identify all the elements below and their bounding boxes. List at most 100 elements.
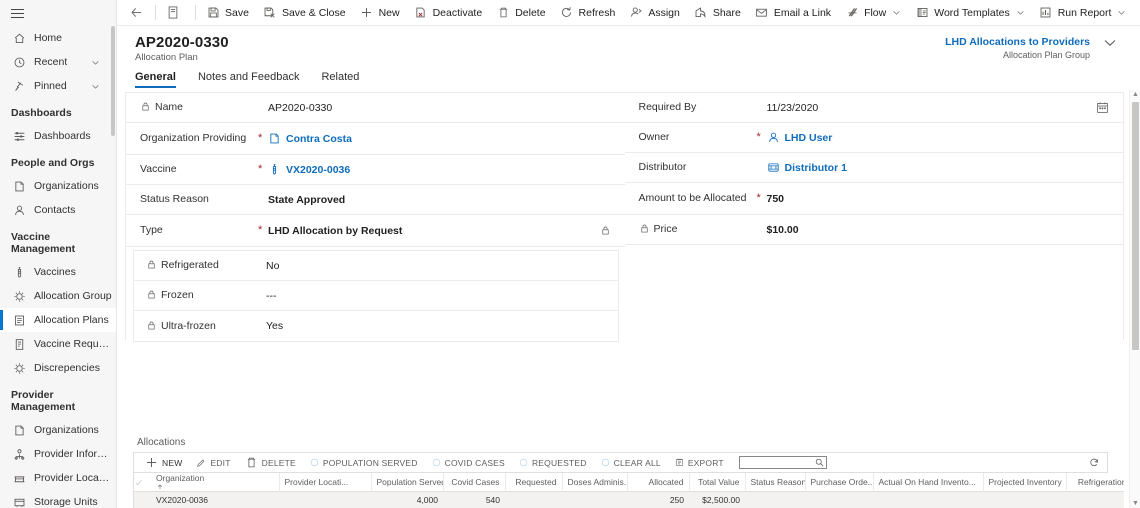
column-header-allocated[interactable]: Allocated: [627, 473, 689, 492]
table-row[interactable]: VX2020-00364,000540250$2,500.00: [134, 492, 1124, 508]
grid-edit-button[interactable]: EDIT: [189, 458, 237, 468]
sidebar-item-pinned[interactable]: Pinned: [0, 74, 116, 98]
page-scrollbar[interactable]: ▲ ▼: [1129, 90, 1140, 508]
assign-button[interactable]: Assign: [622, 0, 687, 26]
chevron-down-icon[interactable]: [892, 8, 901, 17]
field-value-wrap[interactable]: AP2020-0330: [268, 102, 611, 114]
row-checkbox[interactable]: [134, 492, 151, 508]
refresh-button[interactable]: Refresh: [553, 0, 623, 26]
sidebar-item-provider-informati[interactable]: Provider Informati...: [0, 442, 116, 466]
grid-export-button[interactable]: EXPORT: [668, 458, 731, 468]
sidebar: HomeRecentPinned DashboardsDashboardsPeo…: [0, 0, 117, 508]
grid-search-box[interactable]: [739, 456, 827, 469]
grid-clear-all-button[interactable]: CLEAR ALL: [594, 458, 668, 468]
email-a-link-button[interactable]: Email a Link: [748, 0, 838, 26]
column-header-organization[interactable]: Organization: [151, 473, 279, 492]
grid-delete-button[interactable]: DELETE: [238, 456, 303, 469]
sidebar-item-vaccine-requests[interactable]: Vaccine Requests: [0, 332, 116, 356]
sidebar-item-recent[interactable]: Recent: [0, 50, 116, 74]
field-value: Yes: [266, 320, 283, 332]
delete-button[interactable]: Delete: [489, 0, 552, 26]
calendar-icon[interactable]: [1096, 101, 1109, 114]
field-link[interactable]: VX2020-0036: [268, 163, 350, 176]
column-header-refrigeration[interactable]: Refrigeration: [1066, 473, 1124, 492]
chevron-down-icon[interactable]: [1117, 8, 1126, 17]
chevron-down-icon[interactable]: [91, 82, 100, 91]
header-right-primary[interactable]: LHD Allocations to Providers: [945, 36, 1090, 48]
scroll-down-arrow-icon[interactable]: ▼: [1132, 500, 1139, 507]
column-header-label: Purchase Orde...: [811, 477, 874, 487]
field-link[interactable]: Contra Costa: [268, 132, 352, 145]
field-value-wrap[interactable]: Distributor 1: [767, 161, 1110, 174]
grid-search-input[interactable]: [740, 457, 826, 468]
word-templates-button[interactable]: Word Templates: [908, 0, 1031, 26]
field-value-wrap[interactable]: No: [266, 260, 604, 272]
field-value-wrap[interactable]: VX2020-0036: [268, 163, 611, 176]
chevron-down-icon[interactable]: [1016, 8, 1025, 17]
tab-general[interactable]: General: [135, 71, 176, 88]
new-button[interactable]: New: [353, 0, 407, 26]
save-close-button[interactable]: Save & Close: [256, 0, 353, 26]
field-value-wrap[interactable]: Yes: [266, 320, 604, 332]
sidebar-item-contacts[interactable]: Contacts: [0, 198, 116, 222]
sidebar-item-storage-units[interactable]: Storage Units: [0, 490, 116, 508]
field-link[interactable]: LHD User: [767, 131, 833, 144]
column-header-total-value[interactable]: Total Value: [689, 473, 745, 492]
field-value-wrap[interactable]: State Approved: [268, 194, 611, 206]
sidebar-item-dashboards[interactable]: Dashboards: [0, 124, 116, 148]
page-scrollbar-thumb[interactable]: [1132, 102, 1139, 350]
back-button[interactable]: [121, 0, 152, 26]
column-header-population-served[interactable]: Population Served: [371, 473, 443, 492]
deactivate-button[interactable]: Deactivate: [407, 0, 490, 26]
select-all-checkbox[interactable]: [134, 473, 151, 492]
tab-related[interactable]: Related: [321, 71, 359, 88]
sidebar-item-organizations[interactable]: Organizations: [0, 174, 116, 198]
scroll-up-arrow-icon[interactable]: ▲: [1132, 91, 1139, 98]
field-value-wrap[interactable]: LHD User: [767, 131, 1110, 144]
column-header-actual-on-hand-invento[interactable]: Actual On Hand Invento...: [873, 473, 983, 492]
grid-requested-button[interactable]: REQUESTED: [512, 458, 594, 468]
sidebar-item-organizations[interactable]: Organizations: [0, 418, 116, 442]
hamburger-menu-button[interactable]: [0, 0, 117, 26]
form-selector-button[interactable]: [159, 0, 192, 26]
field-label: Distributor: [639, 161, 687, 174]
sidebar-item-discrepencies[interactable]: Discrepencies: [0, 356, 116, 380]
column-header-projected-inventory[interactable]: Projected Inventory: [983, 473, 1066, 492]
sidebar-scrollbar[interactable]: [111, 26, 115, 136]
tab-notes-and-feedback[interactable]: Notes and Feedback: [198, 71, 300, 88]
sidebar-item-provider-locations[interactable]: Provider Locations: [0, 466, 116, 490]
field-value-wrap[interactable]: ---: [266, 290, 604, 302]
sidebar-item-allocation-group[interactable]: Allocation Group: [0, 284, 116, 308]
column-header-doses-adminis[interactable]: Doses Adminis...: [562, 473, 627, 492]
grid-new-button[interactable]: NEW: [138, 456, 189, 469]
search-icon[interactable]: [815, 458, 824, 467]
save-button[interactable]: Save: [199, 0, 256, 26]
grid-refresh-icon[interactable]: [1089, 458, 1099, 468]
grid-covid-cases-button[interactable]: COVID CASES: [425, 458, 512, 468]
sidebar-item-home[interactable]: Home: [0, 26, 116, 50]
field-value-wrap[interactable]: 11/23/2020: [767, 101, 1110, 114]
sidebar-item-label: Organizations: [34, 424, 99, 436]
field-value-wrap[interactable]: Contra Costa: [268, 132, 611, 145]
chevron-down-icon[interactable]: [1104, 39, 1116, 47]
run-report-button[interactable]: Run Report: [1032, 0, 1134, 26]
grid-population-served-button[interactable]: POPULATION SERVED: [303, 458, 425, 468]
column-header-requested[interactable]: Requested: [505, 473, 562, 492]
grid-tool-label: CLEAR ALL: [614, 458, 661, 468]
lock-icon[interactable]: [600, 225, 611, 236]
field-value-wrap[interactable]: $10.00: [767, 224, 1110, 236]
column-header-status-reason[interactable]: Status Reason: [745, 473, 805, 492]
field-link[interactable]: Distributor 1: [767, 161, 847, 174]
sidebar-item-allocation-plans[interactable]: Allocation Plans: [0, 308, 116, 332]
chevron-down-icon[interactable]: [91, 58, 100, 67]
deactivate-icon: [414, 6, 428, 20]
share-button[interactable]: Share: [687, 0, 748, 26]
column-header-purchase-orde[interactable]: Purchase Orde...: [805, 473, 873, 492]
field-value-wrap[interactable]: 750: [767, 193, 1110, 205]
sidebar-item-vaccines[interactable]: Vaccines: [0, 260, 116, 284]
column-header-provider-locati[interactable]: Provider Locati...: [279, 473, 371, 492]
column-header-covid-cases[interactable]: Covid Cases: [443, 473, 505, 492]
field-value-wrap[interactable]: LHD Allocation by Request: [268, 225, 611, 237]
flow-button[interactable]: Flow: [838, 0, 908, 26]
header-right-block[interactable]: LHD Allocations to Providers Allocation …: [945, 36, 1116, 60]
